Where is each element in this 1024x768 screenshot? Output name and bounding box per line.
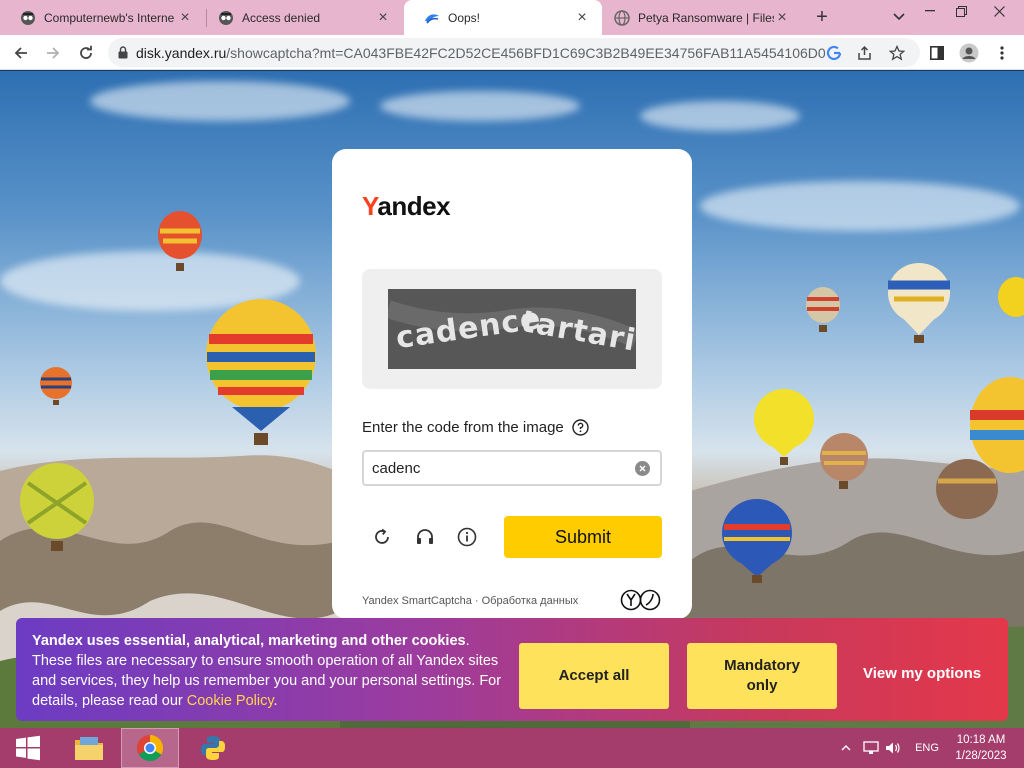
forward-icon[interactable] [40,40,66,66]
prompt-label: Enter the code from the image [362,419,564,436]
audio-captcha-icon[interactable] [413,525,437,549]
cookie-policy-link[interactable]: Cookie Policy [187,693,274,709]
smartcaptcha-logo-icon [620,589,664,611]
captcha-code-input[interactable] [372,459,622,477]
start-button-icon[interactable] [0,728,56,768]
windows-taskbar: ENG 10:18 AM 1/28/2023 [0,728,1024,768]
browser-toolbar: disk.yandex.ru/showcaptcha?mt=CA043FBE42… [0,35,1024,70]
bookmark-star-icon[interactable] [888,44,906,62]
cookie-policy-end: . [273,693,278,709]
clock-date: 1/28/2023 [955,750,1007,762]
volume-icon[interactable] [884,740,902,756]
share-icon[interactable] [856,44,874,62]
captcha-code-field[interactable] [362,450,662,486]
smartcaptcha-footer[interactable]: Yandex SmartCaptcha · Обработка данных [362,595,578,607]
captcha-image-box: cadence tartaric [362,269,662,389]
tab-title: Access denied [242,10,321,25]
submit-button[interactable]: Submit [504,516,662,558]
yandex-logo: Yandex [362,191,451,222]
cookie-heading: Yandex uses essential, analytical, marke… [32,633,466,649]
tab-strip: Computernewb's Interne × Access denied ×… [0,0,1024,35]
google-translate-icon[interactable] [825,44,843,62]
reload-icon[interactable] [73,40,99,66]
info-icon[interactable] [455,525,479,549]
tab-oops[interactable]: Oops! × [404,0,602,35]
clock-time: 10:18 AM [956,734,1006,746]
globe-icon [614,9,630,26]
page-viewport: Yandex cadence tartaric Enter the code f… [0,71,1024,728]
url-host: disk.yandex.ru [136,44,227,61]
address-bar[interactable]: disk.yandex.ru/showcaptcha?mt=CA043FBE42… [108,38,920,67]
new-tab-button[interactable]: + [810,5,834,29]
logo-letter-y: Y [362,191,378,221]
show-hidden-icons-icon[interactable] [839,740,853,756]
url-path: /showcaptcha?mt=CA043FBE42FC2D52CE456BFD… [226,44,826,61]
cookie-notice-text: Yandex uses essential, analytical, marke… [32,631,502,711]
url-text: disk.yandex.ru/showcaptcha?mt=CA043FBE42… [136,45,826,61]
captcha-distorted-text: cadence tartaric [388,289,636,369]
side-panel-icon[interactable] [926,42,948,64]
refresh-captcha-icon[interactable] [370,525,394,549]
lock-icon[interactable] [118,46,128,59]
system-clock[interactable]: 10:18 AM 1/28/2023 [950,732,1012,764]
tab-access-denied[interactable]: Access denied × [198,0,403,35]
clear-input-icon[interactable] [635,461,650,476]
python-icon[interactable] [184,728,242,768]
help-icon[interactable] [572,419,589,436]
back-icon[interactable] [8,40,34,66]
tab-computernewb[interactable]: Computernewb's Interne × [0,0,205,35]
mandatory-only-button[interactable]: Mandatory only [687,643,837,709]
accept-all-button[interactable]: Accept all [519,643,669,709]
captcha-card: Yandex cadence tartaric Enter the code f… [332,149,692,619]
close-tab-icon[interactable]: × [177,9,193,26]
more-menu-icon[interactable] [991,42,1013,64]
tab-search-icon[interactable] [888,6,910,28]
chrome-taskbar-icon[interactable] [121,728,179,768]
logo-rest: andex [377,191,451,221]
profile-avatar-icon[interactable] [958,42,980,64]
view-options-link[interactable]: View my options [863,665,981,682]
file-explorer-icon[interactable] [60,728,118,768]
close-tab-icon[interactable]: × [574,9,590,26]
close-tab-icon[interactable]: × [774,9,790,26]
tab-petya[interactable]: Petya Ransomware | Files × [594,0,802,35]
close-window-icon[interactable] [980,0,1018,22]
spy-icon [20,10,36,26]
cookie-heading-end: . [465,633,470,649]
restore-icon[interactable] [946,0,976,22]
cookie-banner: Yandex uses essential, analytical, marke… [16,618,1008,721]
captcha-image: cadence tartaric [388,289,636,369]
close-tab-icon[interactable]: × [375,9,391,26]
tab-title: Oops! [448,10,481,25]
tab-title: Computernewb's Interne [44,10,175,25]
tab-title: Petya Ransomware | Files [638,10,774,25]
network-icon[interactable] [862,740,880,756]
captcha-prompt: Enter the code from the image [362,419,589,436]
input-language[interactable]: ENG [910,740,944,756]
yandex-disk-icon [424,10,440,26]
spy-icon [218,10,234,26]
minimize-icon[interactable] [915,0,945,22]
